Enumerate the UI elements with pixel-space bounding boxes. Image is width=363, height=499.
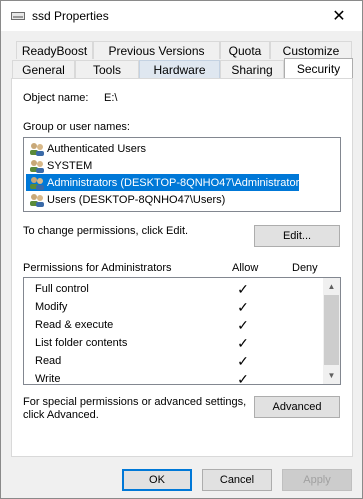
permission-row-modify: Modify ✓ <box>27 298 322 316</box>
allow-check-icon: ✓ <box>237 370 249 387</box>
tab-readyboost[interactable]: ReadyBoost <box>16 41 93 59</box>
close-button[interactable]: ✕ <box>316 1 362 31</box>
security-panel: Object name: E:\ Group or user names: Au… <box>11 78 353 457</box>
permission-name: List folder contents <box>35 337 128 349</box>
advanced-info-line2: click Advanced. <box>23 409 99 421</box>
object-name-value: E:\ <box>104 92 118 104</box>
scroll-down-arrow-icon[interactable]: ▼ <box>323 367 340 384</box>
user-list[interactable]: Authenticated Users SYSTEM Administrator… <box>23 137 341 212</box>
tab-security[interactable]: Security <box>284 58 353 78</box>
close-icon: ✕ <box>332 8 346 25</box>
allow-check-icon: ✓ <box>237 316 249 333</box>
permission-row-read-execute: Read & execute ✓ <box>27 316 322 334</box>
users-group-icon <box>30 159 44 173</box>
tab-hardware[interactable]: Hardware <box>139 60 220 78</box>
user-item-label: Users (DESKTOP-8QNHO47\Users) <box>47 193 226 206</box>
deny-column-header: Deny <box>292 262 318 274</box>
allow-check-icon: ✓ <box>237 298 249 315</box>
advanced-button[interactable]: Advanced <box>254 396 340 418</box>
permission-row-list-folder-contents: List folder contents ✓ <box>27 334 322 352</box>
scrollbar-thumb[interactable] <box>324 295 339 365</box>
permissions-list[interactable]: Full control ✓ Modify ✓ Read & execute ✓… <box>23 277 341 388</box>
edit-button[interactable]: Edit... <box>254 225 340 247</box>
users-group-icon <box>30 142 44 156</box>
user-item-authenticated-users[interactable]: Authenticated Users <box>26 140 146 157</box>
users-group-icon <box>30 176 44 190</box>
advanced-info-line1: For special permissions or advanced sett… <box>23 396 247 408</box>
tab-tools[interactable]: Tools <box>75 60 139 78</box>
properties-dialog: ssd Properties ✕ ReadyBoost Previous Ver… <box>0 0 363 499</box>
ok-button[interactable]: OK <box>122 469 192 491</box>
permission-name: Modify <box>35 301 68 313</box>
scroll-up-arrow-icon[interactable]: ▲ <box>323 278 340 295</box>
permission-name: Read & execute <box>35 319 114 331</box>
object-name-label: Object name: <box>23 92 89 104</box>
permission-name: Read <box>35 355 62 367</box>
permission-name: Full control <box>35 283 89 295</box>
cancel-button[interactable]: Cancel <box>202 469 272 491</box>
allow-check-icon: ✓ <box>237 352 249 369</box>
user-item-label: SYSTEM <box>47 159 93 172</box>
user-item-administrators[interactable]: Administrators (DESKTOP-8QNHO47\Administ… <box>26 174 308 191</box>
allow-check-icon: ✓ <box>237 280 249 297</box>
tab-sharing[interactable]: Sharing <box>220 60 284 78</box>
permissions-for-label: Permissions for Administrators <box>23 262 172 274</box>
tab-customize[interactable]: Customize <box>270 41 352 59</box>
allow-check-icon: ✓ <box>237 334 249 351</box>
change-permissions-text: To change permissions, click Edit. <box>23 225 189 237</box>
permission-row-read: Read ✓ <box>27 352 322 370</box>
user-item-label: Administrators (DESKTOP-8QNHO47\Administ… <box>47 176 309 189</box>
title-bar[interactable]: ssd Properties ✕ <box>1 1 362 31</box>
window-title: ssd Properties <box>32 9 109 23</box>
group-users-label: Group or user names: <box>23 121 130 133</box>
permission-row-full-control: Full control ✓ <box>27 280 322 298</box>
apply-button[interactable]: Apply <box>282 469 352 491</box>
permission-name: Write <box>35 373 61 385</box>
users-group-icon <box>30 193 44 207</box>
permissions-scrollbar[interactable]: ▲ ▼ <box>323 278 340 384</box>
tab-quota[interactable]: Quota <box>220 41 270 59</box>
tab-general[interactable]: General <box>12 60 75 78</box>
permission-row-write: Write ✓ <box>27 370 322 388</box>
user-item-label: Authenticated Users <box>47 142 147 155</box>
allow-column-header: Allow <box>232 262 259 274</box>
tab-previous-versions[interactable]: Previous Versions <box>93 41 220 59</box>
user-item-users[interactable]: Users (DESKTOP-8QNHO47\Users) <box>26 191 225 208</box>
user-item-system[interactable]: SYSTEM <box>26 157 92 174</box>
drive-icon <box>11 12 25 20</box>
